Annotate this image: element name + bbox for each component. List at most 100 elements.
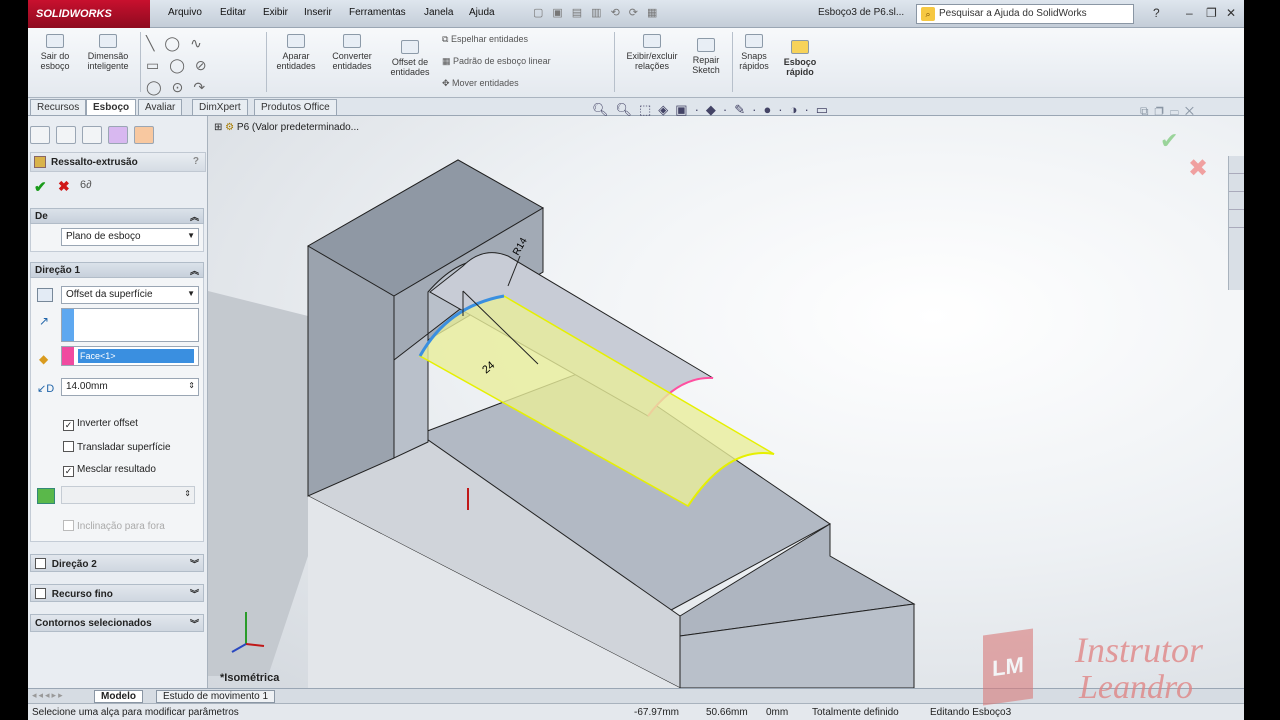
group-recurso-fino-header[interactable]: Recurso fino ︾: [30, 584, 204, 602]
checkbox-mesclar-resultado[interactable]: ✓ Mesclar resultado: [63, 464, 156, 477]
trim-entities-button[interactable]: Aparar entidades: [272, 34, 320, 71]
dimxpert-manager-tab-icon[interactable]: [108, 126, 128, 144]
checkbox-transladar-superficie[interactable]: Transladar superfície: [63, 441, 171, 453]
close-icon[interactable]: ✕: [1226, 6, 1236, 20]
group-direcao2-header[interactable]: Direção 2 ︾: [30, 554, 204, 572]
property-manager-tab-icon[interactable]: [56, 126, 76, 144]
draft-icon: [37, 488, 55, 504]
tab-recursos[interactable]: Recursos: [30, 99, 87, 115]
help-icon[interactable]: ?: [193, 156, 199, 167]
feature-manager-tab-icon[interactable]: [30, 126, 50, 144]
tab-esboco[interactable]: Esboço: [86, 99, 137, 115]
sketch-entity-tools[interactable]: ╲◯∿ ▭◯⊘ ◯⊙↷: [146, 32, 266, 98]
group-direcao1-body: Offset da superfície ▼ ↗ ◆ Face<1> ↙D 14.…: [30, 278, 204, 542]
cancel-x-icon[interactable]: ✖: [58, 178, 70, 195]
menu-ferramentas[interactable]: Ferramentas: [349, 7, 406, 18]
help-search-input[interactable]: ⌕ Pesquisar a Ajuda do SolidWorks: [916, 4, 1134, 24]
task-pane-tabs[interactable]: [1228, 156, 1244, 290]
tab-avaliar[interactable]: Avaliar: [138, 99, 183, 115]
checkbox-inverter-offset[interactable]: ✓ Inverter offset: [63, 418, 138, 431]
menu-inserir[interactable]: Inserir: [304, 7, 332, 18]
repair-sketch-button[interactable]: Repair Sketch: [686, 38, 726, 75]
group-de-header[interactable]: De ︽: [30, 208, 204, 224]
reverse-direction-icon[interactable]: [37, 288, 53, 302]
offset-entities-button[interactable]: Offset de entidades: [384, 40, 436, 77]
quick-access-icons[interactable]: ▢▣▤▥⟲⟳▦: [533, 6, 803, 22]
shadow: [208, 291, 308, 676]
checkbox-unchecked-icon[interactable]: [35, 558, 46, 569]
help-icon[interactable]: ?: [1153, 6, 1160, 20]
restore-icon[interactable]: ❐: [1206, 6, 1217, 20]
end-condition-select[interactable]: Offset da superfície ▼: [61, 286, 199, 304]
group-de-body: Plano de esboço ▼: [30, 224, 204, 252]
quick-snaps-button[interactable]: Snaps rápidos: [734, 34, 774, 71]
trim-label: Aparar entidades: [276, 51, 316, 71]
status-message: Selecione uma alça para modificar parâme…: [32, 707, 239, 718]
model-view[interactable]: R14 24: [208, 116, 1244, 688]
minimize-icon[interactable]: –: [1186, 6, 1193, 20]
search-tab-icon[interactable]: [1229, 210, 1244, 228]
tab-modelo[interactable]: Modelo: [94, 690, 143, 703]
group-contornos-header[interactable]: Contornos selecionados ︾: [30, 614, 204, 632]
screen-border-right: [1244, 0, 1280, 720]
expand-chevron-icon: ︾: [189, 589, 199, 599]
tab-estudo-movimento[interactable]: Estudo de movimento 1: [156, 690, 276, 703]
graphics-area[interactable]: ⊞ ⚙ P6 (Valor predeterminado... 🔍︎🔍︎⬚◈▣·…: [208, 102, 1244, 688]
rapid-sketch-button[interactable]: Esboço rápido: [780, 40, 820, 77]
library-tab-icon[interactable]: [1229, 174, 1244, 192]
explorer-tab-icon[interactable]: [1229, 192, 1244, 210]
checkbox-checked-icon[interactable]: ✓: [63, 466, 74, 477]
depth-icon: ↙D: [37, 383, 55, 395]
menu-ajuda[interactable]: Ajuda: [469, 7, 495, 18]
checkbox-unchecked-icon[interactable]: [35, 588, 46, 599]
checkbox-label: Inverter offset: [77, 418, 138, 429]
checkbox-checked-icon[interactable]: ✓: [63, 420, 74, 431]
linear-pattern-button[interactable]: ▦ Padrão de esboço linear: [442, 56, 551, 67]
start-condition-select[interactable]: Plano de esboço ▼: [61, 228, 199, 246]
menu-exibir[interactable]: Exibir: [263, 7, 288, 18]
tab-produtos-office[interactable]: Produtos Office: [254, 99, 337, 115]
checkbox-unchecked-icon[interactable]: [63, 441, 74, 452]
display-manager-tab-icon[interactable]: [134, 126, 154, 144]
checkbox-disabled-icon: [63, 520, 74, 531]
detailed-preview-icon[interactable]: 6∂: [80, 179, 92, 191]
menu-editar[interactable]: Editar: [220, 7, 246, 18]
convert-icon: [343, 34, 361, 48]
mirror-entities-button[interactable]: ⧉ Espelhar entidades: [442, 34, 528, 45]
menu-janela[interactable]: Janela: [424, 7, 453, 18]
ok-check-icon[interactable]: ✔: [34, 178, 47, 196]
group-direcao1-label: Direção 1: [35, 265, 81, 276]
tab-scroll-arrows[interactable]: ◂◂◂▸▸: [32, 690, 65, 701]
convert-entities-button[interactable]: Converter entidades: [326, 34, 378, 71]
face-selection-value[interactable]: Face<1>: [78, 349, 194, 363]
draft-angle-input: ⇕: [61, 486, 195, 504]
trim-icon: [287, 34, 305, 48]
face-selection-field[interactable]: Face<1>: [61, 346, 199, 366]
spinner-icon: ⇕: [184, 489, 191, 498]
relations-label: Exibir/excluir relações: [626, 51, 678, 71]
rapid-sketch-icon: [791, 40, 809, 54]
app-logo[interactable]: SOLIDWORKS: [28, 0, 150, 28]
group-recurso-fino-label: Recurso fino: [51, 589, 113, 600]
feature-title: Ressalto-extrusão ?: [30, 152, 206, 172]
selection-color-swatch: [62, 347, 74, 365]
snaps-label: Snaps rápidos: [739, 51, 769, 71]
watermark: LM Instrutor Leandro: [983, 628, 1243, 710]
resources-tab-icon[interactable]: [1229, 156, 1244, 174]
offset-distance-input[interactable]: 14.00mm ⇕: [61, 378, 199, 396]
exit-sketch-button[interactable]: Sair do esboço: [34, 34, 76, 71]
command-manager: Sair do esboço Dimensão inteligente ╲◯∿ ▭…: [28, 28, 1244, 98]
divider: [732, 32, 733, 92]
extrude-icon: [34, 156, 46, 168]
group-direcao1-header[interactable]: Direção 1 ︽: [30, 262, 204, 278]
spinner-icon[interactable]: ⇕: [188, 381, 195, 390]
status-definition-state: Totalmente definido: [812, 707, 899, 718]
smart-dimension-button[interactable]: Dimensão inteligente: [80, 34, 136, 71]
configuration-manager-tab-icon[interactable]: [82, 126, 102, 144]
start-condition-value: Plano de esboço: [66, 231, 141, 242]
display-relations-button[interactable]: Exibir/excluir relações: [620, 34, 684, 71]
direction-vector-field[interactable]: [61, 308, 199, 342]
tab-dimxpert[interactable]: DimXpert: [192, 99, 248, 115]
move-entities-button[interactable]: ✥ Mover entidades: [442, 78, 519, 89]
menu-arquivo[interactable]: Arquivo: [168, 7, 202, 18]
